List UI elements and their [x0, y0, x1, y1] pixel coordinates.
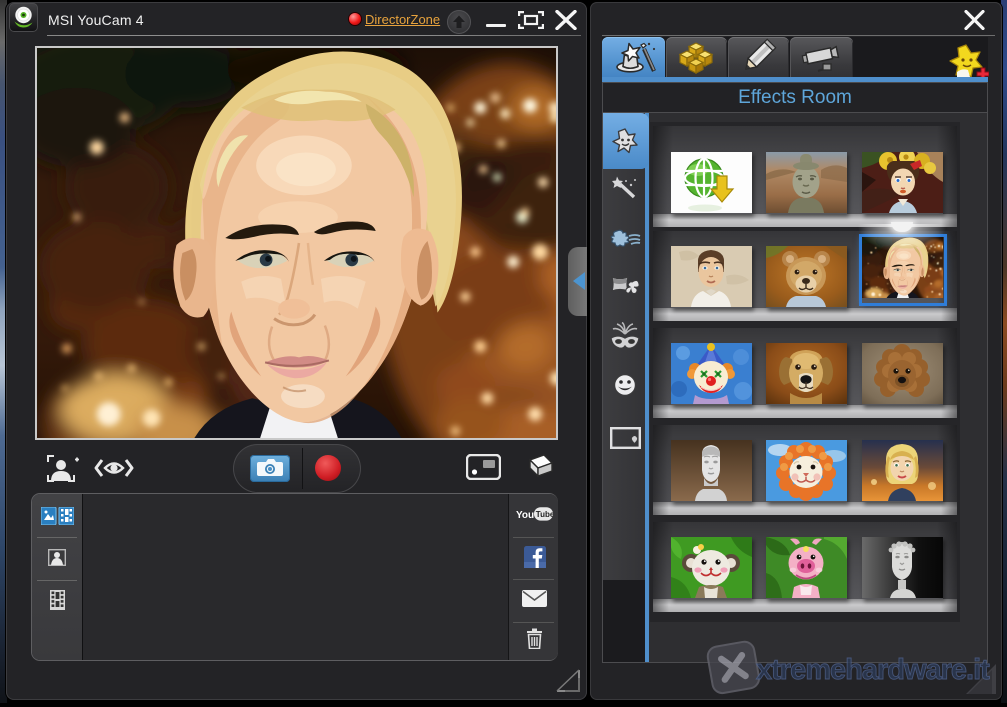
svg-text:Tube: Tube	[536, 510, 553, 519]
svg-text:You: You	[516, 510, 534, 521]
svg-text:xtremehardware.it: xtremehardware.it	[756, 654, 990, 686]
